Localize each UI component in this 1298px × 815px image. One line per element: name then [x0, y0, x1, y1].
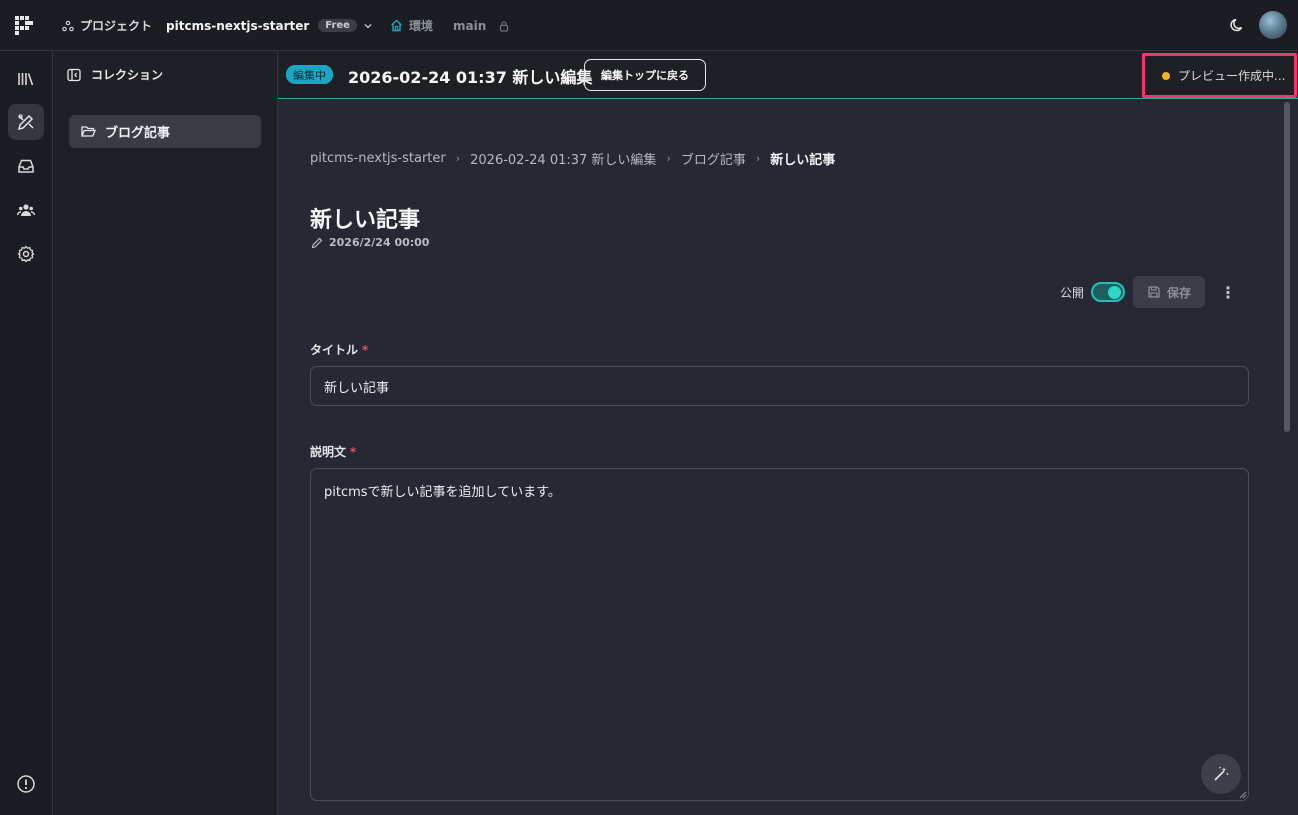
save-icon — [1148, 286, 1160, 298]
save-button[interactable]: 保存 — [1133, 276, 1206, 308]
breadcrumb-item[interactable]: pitcms-nextjs-starter — [310, 151, 446, 166]
pencil-icon — [311, 237, 323, 248]
magic-wand-icon — [1214, 766, 1229, 781]
top-bar: プロジェクト pitcms-nextjs-starter Free 環境 mai… — [0, 0, 1298, 51]
folder-open-icon — [81, 126, 96, 137]
ai-assist-button[interactable] — [1201, 754, 1241, 794]
more-options-icon[interactable]: ⋮ — [1220, 283, 1236, 302]
chevron-right-icon: › — [666, 152, 671, 165]
project-name[interactable]: pitcms-nextjs-starter — [166, 19, 309, 33]
environment-selector[interactable]: 環境 main — [390, 17, 510, 34]
resize-handle-icon[interactable] — [1239, 791, 1247, 799]
project-selector[interactable]: プロジェクト pitcms-nextjs-starter Free — [62, 17, 373, 34]
preview-status-label: プレビュー作成中... — [1178, 69, 1286, 83]
description-textarea[interactable]: pitcmsで新しい記事を追加しています。 — [310, 468, 1249, 801]
page-title: 新しい記事 — [310, 208, 421, 233]
publish-toggle[interactable] — [1091, 282, 1126, 302]
library-icon — [18, 73, 34, 86]
chevron-down-icon[interactable] — [363, 21, 373, 31]
icon-rail — [0, 51, 53, 815]
edit-header: 編集中 2026-02-24 01:37 新しい編集 編集トップに戻る プレビュ… — [278, 51, 1298, 99]
breadcrumb-current: 新しい記事 — [770, 153, 836, 168]
settings-button[interactable] — [8, 236, 44, 272]
breadcrumb-item[interactable]: ブログ記事 — [681, 149, 746, 168]
inbox-button[interactable] — [8, 148, 44, 184]
edit-icon — [17, 114, 34, 131]
scrollbar[interactable] — [1284, 102, 1290, 432]
action-row: 公開 保存 ⋮ — [1060, 276, 1236, 308]
page-date-value: 2026/2/24 00:00 — [329, 236, 430, 249]
users-icon — [17, 204, 35, 216]
toggle-knob — [1108, 286, 1122, 299]
description-field-label: 説明文 * — [310, 443, 356, 460]
description-label-text: 説明文 — [310, 445, 347, 459]
collection-title: コレクション — [91, 68, 164, 82]
page-date: 2026/2/24 00:00 — [311, 236, 429, 249]
avatar[interactable] — [1259, 11, 1287, 39]
plan-badge: Free — [318, 19, 357, 32]
settings-icon — [17, 245, 35, 263]
save-label: 保存 — [1167, 285, 1192, 300]
sidebar-item-blog[interactable]: ブログ記事 — [69, 115, 261, 148]
preview-status[interactable]: プレビュー作成中... — [1142, 53, 1297, 98]
title-label-text: タイトル — [310, 343, 359, 357]
chevron-right-icon: › — [455, 152, 461, 165]
back-to-edit-top-button[interactable]: 編集トップに戻る — [584, 59, 706, 91]
title-field-label: タイトル * — [310, 341, 368, 358]
breadcrumb: pitcms-nextjs-starter › 2026-02-24 01:37… — [310, 149, 835, 168]
alert-icon — [17, 775, 35, 793]
sidebar-item-label: ブログ記事 — [105, 126, 171, 141]
sidebar-collapse-icon[interactable] — [67, 68, 81, 82]
project-label: プロジェクト — [80, 19, 153, 33]
collection-sidebar: コレクション ブログ記事 — [53, 51, 278, 815]
publish-label: 公開 — [1060, 285, 1085, 300]
environment-value[interactable]: main — [453, 19, 486, 33]
lock-icon — [500, 20, 509, 32]
chevron-right-icon: › — [755, 152, 761, 165]
users-button[interactable] — [8, 192, 44, 228]
breadcrumb-item[interactable]: 2026-02-24 01:37 新しい編集 — [470, 149, 656, 168]
required-mark: * — [350, 445, 357, 459]
edit-title: 2026-02-24 01:37 新しい編集 — [348, 68, 593, 87]
collection-header: コレクション — [67, 66, 163, 83]
logo-icon[interactable] — [14, 15, 34, 37]
environment-icon — [391, 19, 402, 32]
main-content: pitcms-nextjs-starter › 2026-02-24 01:37… — [278, 100, 1298, 815]
feedback-button[interactable] — [8, 766, 44, 802]
status-dot-icon — [1162, 71, 1170, 80]
library-button[interactable] — [8, 61, 44, 97]
environment-label: 環境 — [409, 19, 434, 33]
edit-button[interactable] — [8, 104, 44, 140]
required-mark: * — [362, 343, 369, 357]
moon-icon[interactable] — [1228, 15, 1248, 35]
status-badge: 編集中 — [286, 65, 333, 84]
project-icon — [62, 20, 74, 31]
inbox-icon — [18, 159, 34, 173]
title-input[interactable]: 新しい記事 — [310, 366, 1249, 406]
